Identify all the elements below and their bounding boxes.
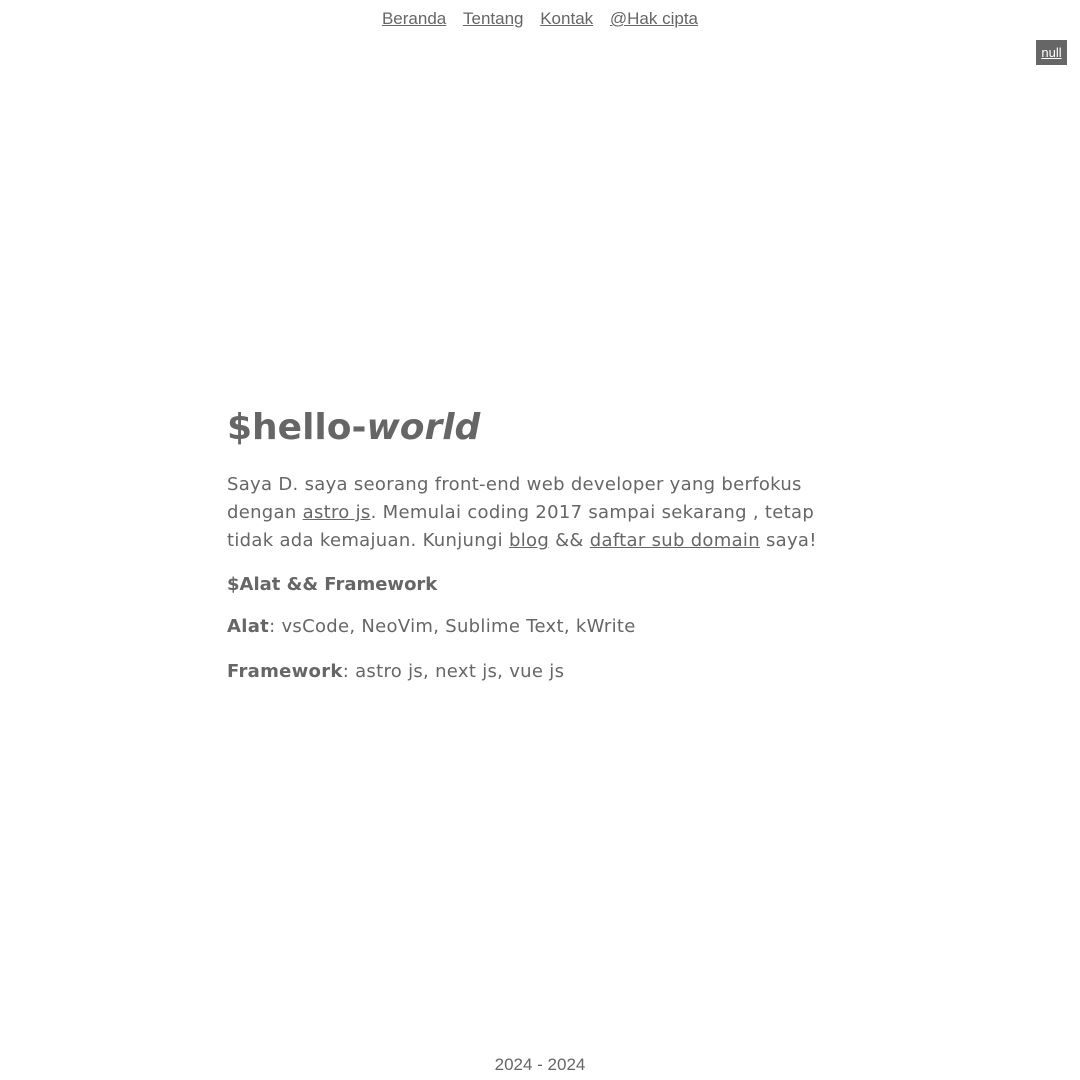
framework-label: Framework: [227, 661, 343, 682]
framework-value: : astro js, next js, vue js: [342, 661, 565, 682]
footer-copyright: 2024 - 2024: [494, 1055, 586, 1074]
page-title: $hello-world: [227, 402, 847, 454]
top-navigation: Beranda Tentang Kontak @Hak cipta: [0, 9, 1080, 29]
blog-link[interactable]: blog: [509, 530, 549, 551]
title-prefix: $hello-: [227, 407, 367, 448]
tools-heading: $Alat && Framework: [227, 574, 438, 595]
nav-link-hak-cipta[interactable]: @Hak cipta: [610, 9, 698, 28]
subdomain-list-link[interactable]: daftar sub domain: [590, 530, 760, 551]
nav-link-tentang[interactable]: Tentang: [463, 9, 524, 28]
nav-link-beranda[interactable]: Beranda: [382, 9, 446, 28]
intro-text-4: saya!: [759, 530, 817, 551]
nav-link-kontak[interactable]: Kontak: [540, 9, 593, 28]
tools-value: : vsCode, NeoVim, Sublime Text, kWrite: [269, 616, 636, 637]
framework-line: Framework: astro js, next js, vue js: [227, 660, 847, 684]
intro-paragraph: Saya D. saya seorang front-end web devel…: [227, 471, 827, 555]
null-badge-link[interactable]: null: [1036, 40, 1067, 65]
tools-line: Alat: vsCode, NeoVim, Sublime Text, kWri…: [227, 615, 847, 639]
astro-js-link[interactable]: astro js: [303, 502, 371, 523]
title-emphasis: world: [366, 407, 481, 448]
intro-text-3: &&: [549, 530, 590, 551]
main-content: $hello-world Saya D. saya seorang front-…: [227, 402, 847, 684]
tools-label: Alat: [227, 616, 270, 637]
